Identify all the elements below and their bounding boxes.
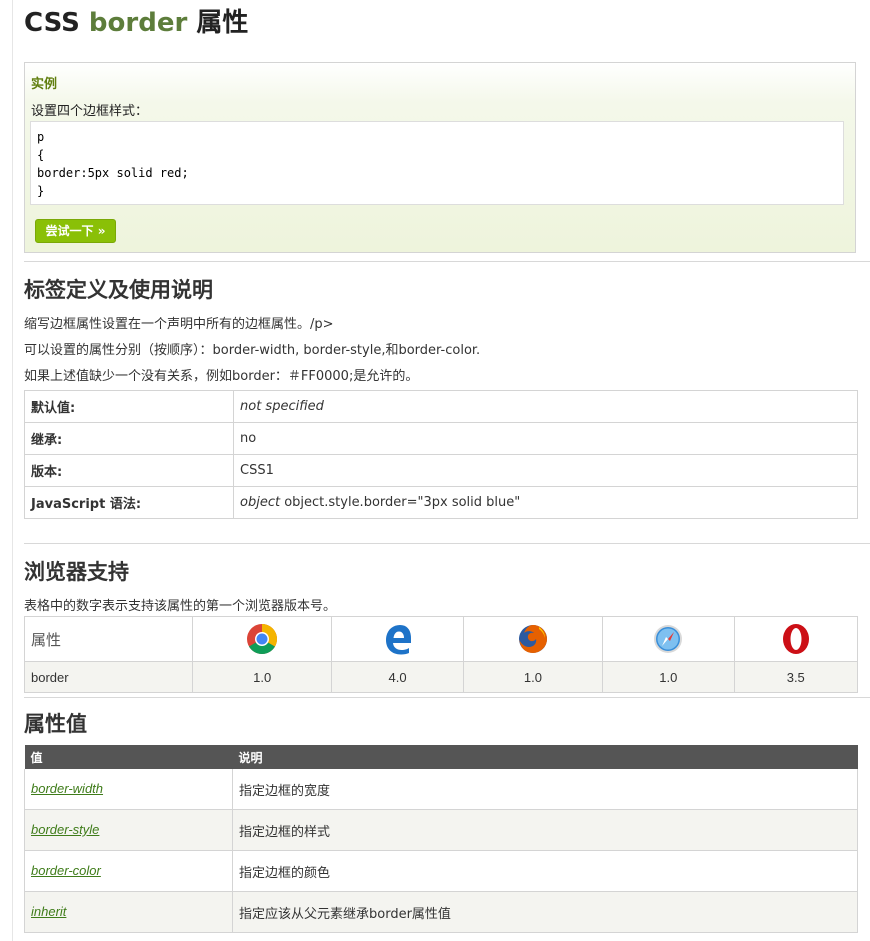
desc-cell: 指定边框的样式 (232, 809, 858, 851)
values-table: 值 说明 border-width 指定边框的宽度 border-style 指… (24, 745, 858, 933)
edge-icon (385, 625, 411, 655)
browser-opera (733, 616, 859, 662)
prop-value-italic: object (240, 495, 281, 510)
browser-row-label: border (24, 661, 193, 693)
browser-firefox (462, 616, 604, 662)
property-table: 默认值: not specified 继承: no 版本: CSS1 JavaS… (24, 390, 858, 519)
version-safari: 1.0 (602, 661, 735, 693)
example-title: 实例 (31, 77, 58, 92)
divider (24, 543, 870, 544)
example-description: 设置四个边框样式： (31, 104, 149, 119)
table-row: 默认值: not specified (24, 390, 858, 423)
desc-cell: 指定边框的颜色 (232, 850, 858, 892)
version-chrome: 1.0 (191, 661, 333, 693)
definition-line-3: 如果上述值缺少一个没有关系，例如border：＃FF0000;是允许的。 (24, 369, 419, 384)
values-header-row: 值 说明 (24, 745, 858, 769)
table-row: JavaScript 语法: object object.style.borde… (24, 486, 858, 519)
table-row: inherit 指定应该从父元素继承border属性值 (24, 891, 858, 933)
browser-header-row: 属性 (24, 616, 859, 662)
prop-value-italic: not specified (240, 399, 324, 414)
table-row: border-width 指定边框的宽度 (24, 769, 858, 810)
table-row: border-color 指定边框的颜色 (24, 850, 858, 892)
opera-icon (782, 624, 809, 654)
browser-version-row: border 1.0 4.0 1.0 1.0 3.5 (24, 661, 859, 693)
prop-value: CSS1 (233, 454, 858, 487)
browser-support-table: 属性 border 1.0 4.0 1.0 1.0 3.5 (24, 616, 859, 693)
col-value-header: 值 (24, 745, 233, 769)
prop-value-text: object.style.border="3px solid blue" (280, 495, 521, 510)
prop-value-text: CSS1 (240, 463, 274, 478)
version-firefox: 1.0 (462, 661, 604, 693)
value-cell: border-style (24, 809, 233, 851)
values-title: 属性值 (24, 712, 87, 736)
page-title: CSS border 属性 (24, 0, 870, 50)
browser-support-title: 浏览器支持 (24, 560, 129, 584)
col-desc-header: 说明 (232, 745, 858, 769)
browser-edge (331, 616, 464, 662)
desc-cell: 指定应该从父元素继承border属性值 (232, 891, 858, 933)
page: CSS border 属性 实例 设置四个边框样式： p { border:5p… (12, 0, 870, 941)
prop-value-text: no (240, 431, 257, 446)
browser-safari (602, 616, 735, 662)
definition-title: 标签定义及使用说明 (24, 278, 213, 302)
value-link[interactable]: border-style (31, 822, 99, 837)
divider (24, 697, 870, 698)
example-box: 实例 设置四个边框样式： p { border:5px solid red; }… (24, 62, 856, 253)
value-link[interactable]: border-color (31, 863, 101, 878)
browser-support-description: 表格中的数字表示支持该属性的第一个浏览器版本号。 (24, 599, 337, 614)
prop-value: no (233, 422, 858, 455)
browser-header-label: 属性 (24, 616, 193, 662)
code-sample: p { border:5px solid red; } (30, 121, 844, 205)
title-keyword: border (88, 8, 188, 38)
prop-value: object object.style.border="3px solid bl… (233, 486, 858, 519)
value-link[interactable]: inherit (31, 904, 66, 919)
version-opera: 3.5 (733, 661, 859, 693)
version-edge: 4.0 (331, 661, 464, 693)
table-row: border-style 指定边框的样式 (24, 809, 858, 851)
value-link[interactable]: border-width (31, 781, 103, 796)
prop-key: 默认值: (24, 390, 234, 423)
prop-key: 版本: (24, 454, 234, 487)
title-prefix: CSS (24, 8, 89, 38)
desc-cell: 指定边框的宽度 (232, 769, 858, 810)
table-row: 版本: CSS1 (24, 454, 858, 487)
value-cell: border-color (24, 850, 233, 892)
definition-line-1: 缩写边框属性设置在一个声明中所有的边框属性。/p> (24, 317, 334, 332)
definition-line-2: 可以设置的属性分别（按顺序）：border-width, border-styl… (24, 343, 481, 358)
prop-key: JavaScript 语法: (24, 486, 234, 519)
prop-value: not specified (233, 390, 858, 423)
value-cell: border-width (24, 769, 233, 810)
divider (24, 261, 870, 262)
firefox-icon (518, 625, 547, 653)
title-suffix: 属性 (187, 8, 249, 38)
browser-chrome (191, 616, 333, 662)
table-row: 继承: no (24, 422, 858, 455)
safari-icon (654, 625, 683, 653)
try-it-button[interactable]: 尝试一下 » (35, 219, 116, 243)
prop-key: 继承: (24, 422, 234, 455)
value-cell: inherit (24, 891, 233, 933)
chrome-icon (247, 624, 278, 655)
